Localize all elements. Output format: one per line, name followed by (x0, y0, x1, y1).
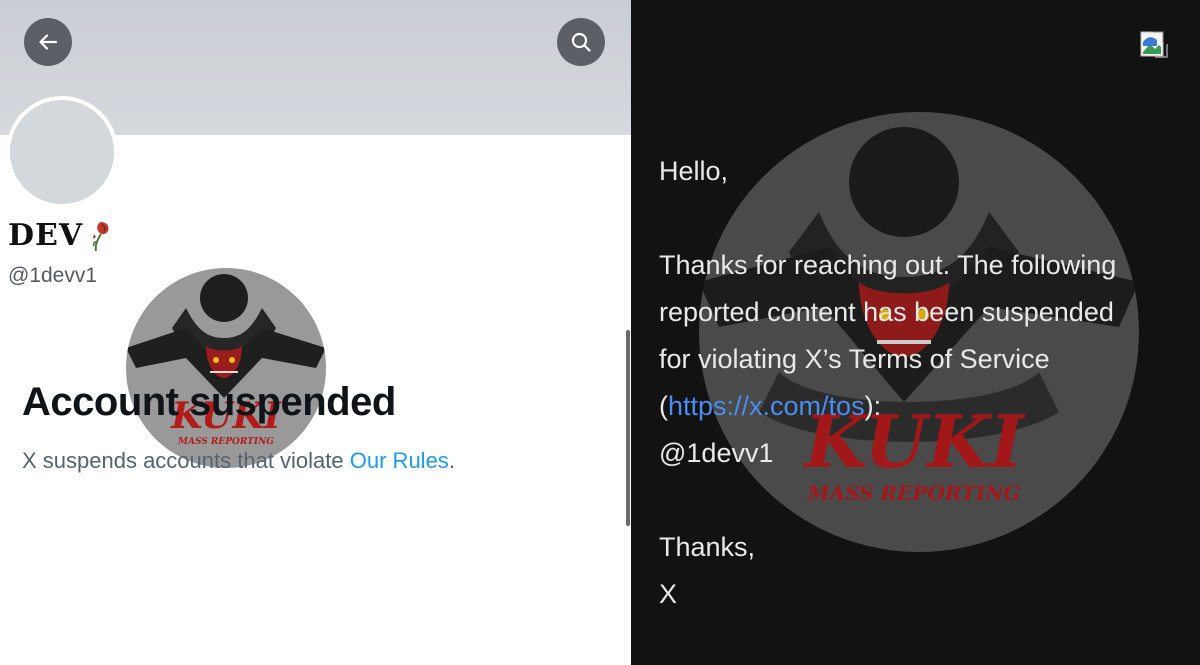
page-title: Account suspended (22, 380, 396, 424)
email-tos-line: (https://x.com/tos): (659, 383, 1189, 430)
watermark-logo: KUKI MASS REPORTING (126, 268, 326, 468)
svg-text:MASS REPORTING: MASS REPORTING (177, 437, 274, 447)
email-body: Hello, Thanks for reaching out. The foll… (659, 148, 1189, 618)
email-screen: KUKI MASS REPORTING Hello, Thanks for re… (631, 0, 1200, 665)
paren-open: ( (659, 391, 668, 421)
avatar[interactable] (6, 96, 118, 208)
scrollbar[interactable] (626, 330, 630, 526)
email-line-3: for violating X’s Terms of Service (659, 344, 1050, 374)
back-button[interactable] (24, 18, 72, 66)
our-rules-link[interactable]: Our Rules (350, 448, 449, 473)
email-greeting: Hello, (659, 156, 729, 186)
email-line-2: reported content has been suspended (659, 297, 1114, 327)
profile-name: DEV (8, 218, 84, 253)
email-line-1: Thanks for reaching out. The following (659, 250, 1117, 280)
search-icon (571, 32, 591, 52)
profile-handle: @1devv1 (8, 264, 98, 287)
search-button[interactable] (557, 18, 605, 66)
email-sender: X (659, 579, 678, 609)
suspension-description: X suspends accounts that violate Our Rul… (22, 448, 455, 474)
profile-screen: DEV @1devv1 KUKI MASS REPORTING Account … (0, 0, 631, 665)
description-period: . (448, 448, 455, 473)
email-signoff: Thanks, (659, 532, 756, 562)
tos-link[interactable]: https://x.com/tos (668, 391, 865, 421)
watermark-figure: KUKI MASS REPORTING (126, 274, 326, 447)
arrow-left-icon (39, 34, 58, 50)
paren-close: ): (864, 391, 882, 421)
broken-image-icon (1140, 31, 1168, 58)
profile-name-row: DEV (8, 218, 111, 253)
wilted-rose-icon (93, 221, 109, 251)
email-handle: @1devv1 (659, 438, 774, 468)
description-text: X suspends accounts that violate (22, 448, 350, 473)
